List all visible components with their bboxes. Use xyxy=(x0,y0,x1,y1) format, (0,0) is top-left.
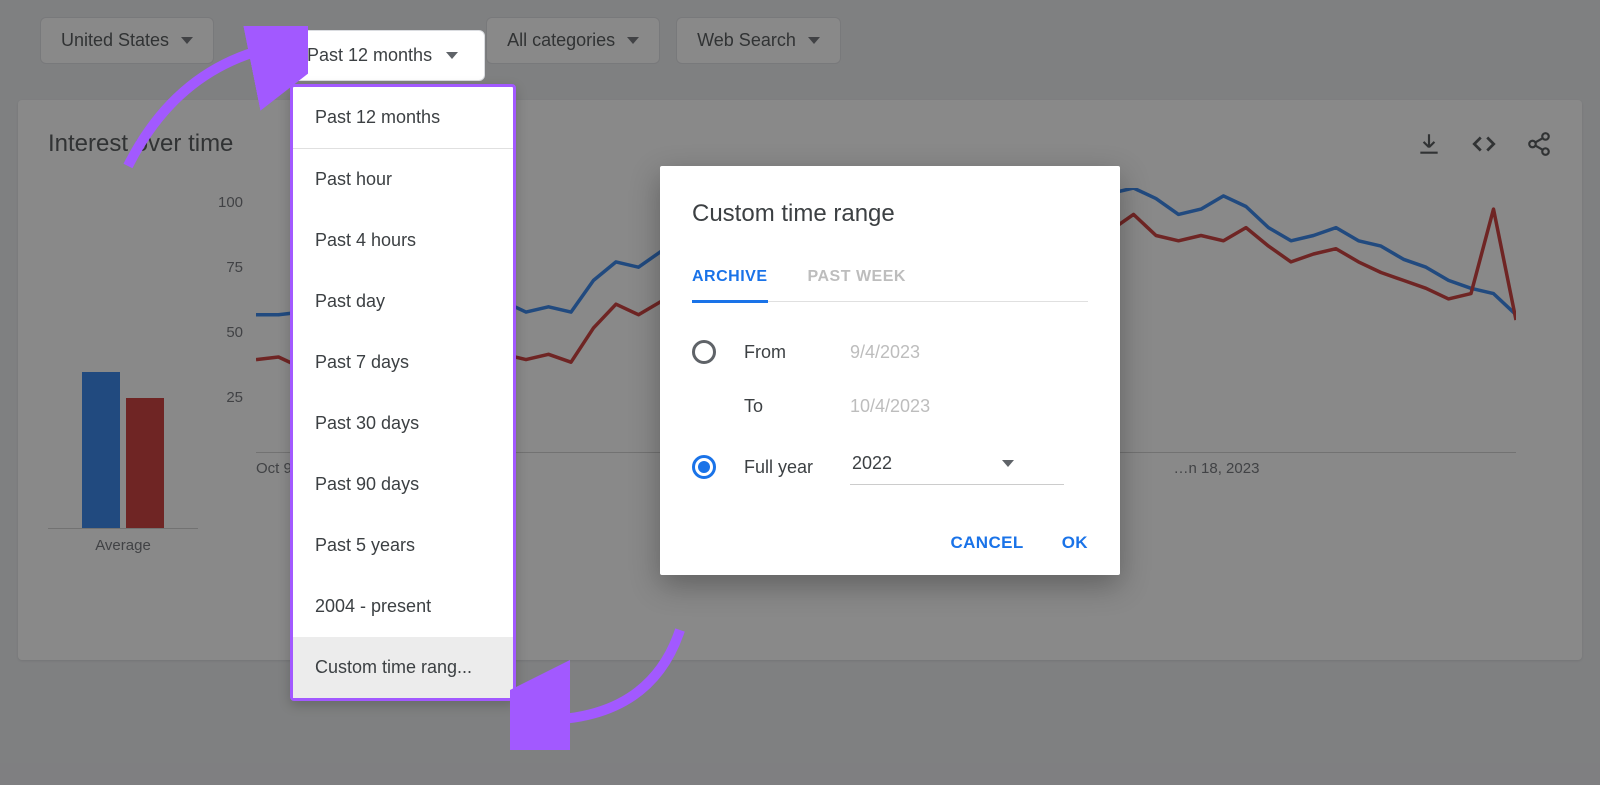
timeframe-label: Past 12 months xyxy=(307,45,432,66)
avg-bar-2 xyxy=(126,398,164,528)
chart-actions xyxy=(1416,131,1552,157)
dd-item-past-day[interactable]: Past day xyxy=(293,271,513,332)
cancel-button[interactable]: CANCEL xyxy=(950,533,1023,553)
radio-from-range[interactable] xyxy=(692,340,716,364)
chevron-down-icon xyxy=(627,37,639,44)
from-row: From 9/4/2023 xyxy=(692,340,1088,364)
chevron-down-icon xyxy=(181,37,193,44)
embed-icon[interactable] xyxy=(1470,131,1498,157)
y-axis-labels: 100 75 50 25 xyxy=(218,188,243,406)
searchtype-label: Web Search xyxy=(697,30,796,51)
dd-item-past-90-days[interactable]: Past 90 days xyxy=(293,454,513,515)
dd-item-2004-present[interactable]: 2004 - present xyxy=(293,576,513,637)
custom-time-range-dialog: Custom time range ARCHIVE PAST WEEK From… xyxy=(660,166,1120,575)
chevron-down-icon xyxy=(1002,460,1014,467)
chart-title: Interest over time xyxy=(48,130,233,158)
from-value[interactable]: 9/4/2023 xyxy=(850,342,920,363)
chevron-down-icon xyxy=(808,37,820,44)
tab-past-week[interactable]: PAST WEEK xyxy=(808,268,906,301)
dd-item-custom[interactable]: Custom time rang... xyxy=(293,637,513,698)
region-label: United States xyxy=(61,30,169,51)
dd-item-past-5-years[interactable]: Past 5 years xyxy=(293,515,513,576)
average-label: Average xyxy=(95,537,151,554)
dialog-title: Custom time range xyxy=(692,200,1088,228)
searchtype-filter[interactable]: Web Search xyxy=(676,17,841,64)
tab-archive[interactable]: ARCHIVE xyxy=(692,268,768,303)
dd-item-past-4-hours[interactable]: Past 4 hours xyxy=(293,210,513,271)
ok-button[interactable]: OK xyxy=(1062,533,1088,553)
year-value: 2022 xyxy=(852,453,892,474)
to-row: To 10/4/2023 xyxy=(744,396,1088,417)
filter-bar: United States All categories Web Search xyxy=(0,0,1600,80)
dd-item-past-hour[interactable]: Past hour xyxy=(293,149,513,210)
full-year-label: Full year xyxy=(744,457,822,478)
from-label: From xyxy=(744,342,822,363)
region-filter[interactable]: United States xyxy=(40,17,214,64)
share-icon[interactable] xyxy=(1526,131,1552,157)
full-year-row: Full year 2022 xyxy=(692,449,1088,485)
year-select[interactable]: 2022 xyxy=(850,449,1064,485)
chevron-down-icon xyxy=(446,52,458,59)
category-filter[interactable]: All categories xyxy=(486,17,660,64)
category-label: All categories xyxy=(507,30,615,51)
average-bars: Average xyxy=(48,188,198,588)
dialog-tabs: ARCHIVE PAST WEEK xyxy=(692,268,1088,302)
avg-bar-1 xyxy=(82,372,120,528)
dd-item-header[interactable]: Past 12 months xyxy=(293,87,513,149)
timeframe-dropdown: Past 12 months Past hour Past 4 hours Pa… xyxy=(290,84,516,701)
dd-item-past-7-days[interactable]: Past 7 days xyxy=(293,332,513,393)
dd-item-past-30-days[interactable]: Past 30 days xyxy=(293,393,513,454)
to-label: To xyxy=(744,396,822,417)
timeframe-filter[interactable]: Past 12 months xyxy=(280,30,485,81)
radio-full-year[interactable] xyxy=(692,455,716,479)
to-value[interactable]: 10/4/2023 xyxy=(850,396,930,417)
download-icon[interactable] xyxy=(1416,131,1442,157)
